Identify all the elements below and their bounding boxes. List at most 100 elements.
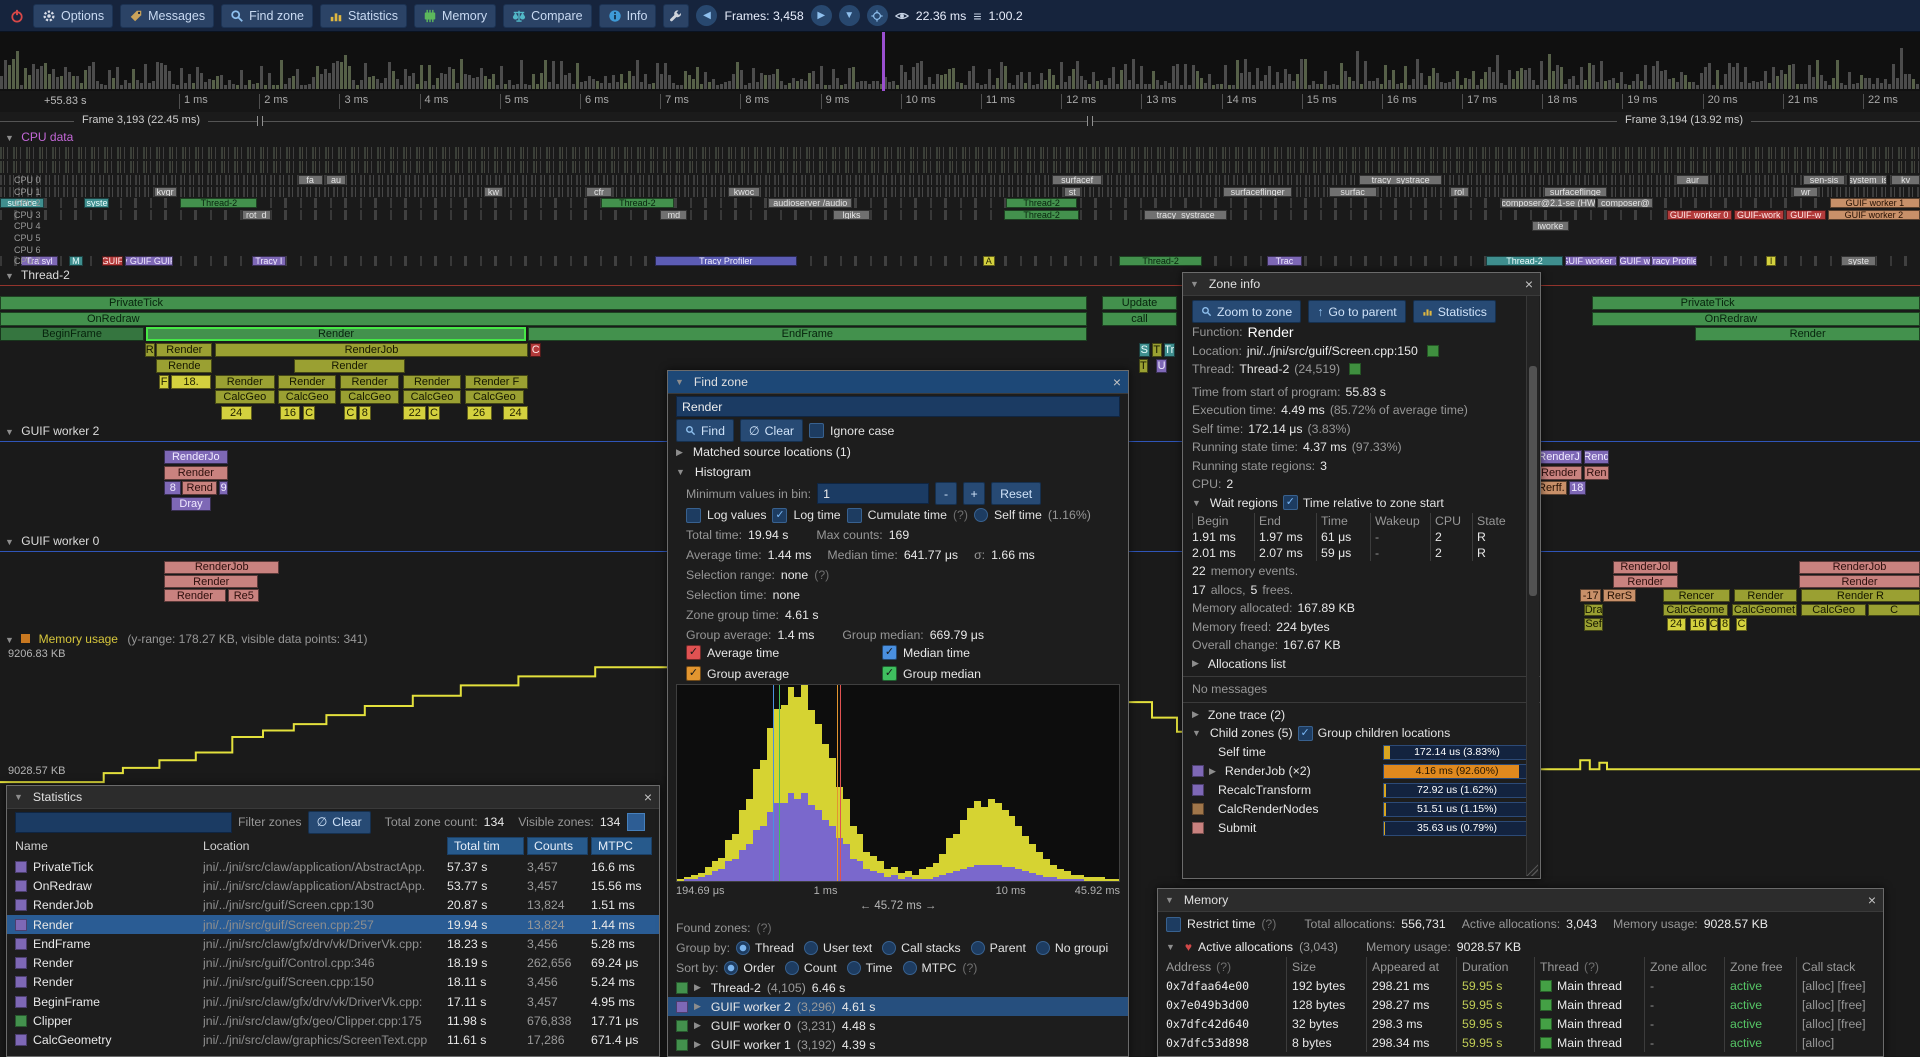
expand-icon[interactable]: ▶: [676, 447, 683, 458]
timeline-zone[interactable]: 26: [467, 406, 492, 420]
col-duration[interactable]: Duration: [1456, 957, 1534, 976]
timeline-zone[interactable]: BeginFrame: [0, 327, 144, 341]
group-by-option[interactable]: Thread: [736, 941, 794, 955]
wait-regions-section[interactable]: Wait regions: [1210, 496, 1278, 510]
timeline-zone[interactable]: T: [1152, 343, 1162, 357]
timeline-zone[interactable]: PrivateTick: [1592, 296, 1920, 310]
sort-by-option[interactable]: Time: [847, 961, 893, 975]
timeline-zone[interactable]: Render: [164, 466, 227, 480]
timeline-zone[interactable]: Render: [164, 575, 258, 588]
thread-header-thread2[interactable]: ▼ Thread-2: [5, 268, 70, 282]
col-total-time[interactable]: Total tim: [447, 837, 524, 855]
timeline-zone[interactable]: call: [1102, 312, 1177, 326]
tools-button[interactable]: [663, 4, 689, 28]
legend-checkbox[interactable]: [882, 666, 897, 681]
timeline-zone[interactable]: Render: [1734, 589, 1797, 602]
bin-decrease-button[interactable]: -: [935, 482, 957, 505]
close-icon[interactable]: ×: [1525, 277, 1533, 291]
timeline-zone[interactable]: RenderJob: [164, 561, 279, 574]
timeline-zone[interactable]: 18.: [171, 375, 211, 389]
timeline-zone[interactable]: EndFrame: [528, 327, 1087, 341]
timeline-zone[interactable]: Ren: [1584, 466, 1609, 480]
self-time-radio[interactable]: [974, 508, 988, 522]
expand-icon[interactable]: ▶: [694, 1039, 701, 1050]
timeline-zone[interactable]: 24: [221, 406, 252, 420]
timeline-zone[interactable]: U: [1156, 359, 1168, 373]
radio-icon[interactable]: [804, 941, 818, 955]
collapse-icon[interactable]: ▼: [14, 792, 23, 802]
alloc-call-stack[interactable]: [alloc] [free]: [1796, 1014, 1883, 1033]
timeline-zone[interactable]: RerS: [1603, 589, 1636, 602]
scrollbar[interactable]: [1526, 296, 1539, 876]
memory-button[interactable]: Memory: [414, 4, 496, 28]
memory-titlebar[interactable]: ▼ Memory ×: [1158, 889, 1883, 912]
statistics-button[interactable]: Statistics: [320, 4, 407, 28]
close-icon[interactable]: ×: [644, 790, 652, 804]
cumulate-time-checkbox[interactable]: [847, 508, 862, 523]
statistics-row[interactable]: EndFrame jni/../jni/src/claw/gfx/drv/vk/…: [7, 934, 659, 953]
collapse-icon[interactable]: ▼: [676, 467, 685, 477]
timeline-zone[interactable]: Render: [403, 375, 461, 389]
frame-label-left[interactable]: Frame 3,193 (22.45 ms): [74, 114, 208, 126]
findzone-histogram-bars[interactable]: [676, 684, 1120, 882]
min-bin-input[interactable]: [817, 483, 929, 504]
zone-info-titlebar[interactable]: ▼ Zone info ×: [1183, 273, 1540, 296]
bin-increase-button[interactable]: +: [963, 482, 985, 505]
legend-item[interactable]: Group average: [686, 666, 876, 681]
timeline-zone[interactable]: 24: [503, 406, 528, 420]
timeline-zone[interactable]: OnRedraw: [1592, 312, 1920, 326]
frames-row[interactable]: Frame 3,193 (22.45 ms) Frame 3,194 (13.9…: [0, 112, 1920, 130]
alloc-call-stack[interactable]: [alloc] [free]: [1796, 976, 1883, 995]
find-zone-button[interactable]: Find zone: [221, 4, 313, 28]
alloc-address[interactable]: 0x7dfc42d640: [1166, 1014, 1286, 1033]
timeline-zone[interactable]: CalcGeo: [340, 390, 400, 404]
messages-button[interactable]: Messages: [120, 4, 214, 28]
frame-minimap[interactable]: [0, 32, 1920, 92]
timeline-zone[interactable]: 22: [403, 406, 426, 420]
group-by-option[interactable]: Call stacks: [882, 941, 960, 955]
radio-icon[interactable]: [847, 961, 861, 975]
statistics-row[interactable]: PrivateTick jni/../jni/src/claw/applicat…: [7, 857, 659, 876]
crosshair-button[interactable]: [867, 5, 888, 26]
group-by-option[interactable]: No groupi: [1036, 941, 1108, 955]
timeline-zone[interactable]: Render: [1799, 575, 1920, 588]
timeline-zone[interactable]: Rend: [1584, 450, 1609, 464]
thread-header-guif-worker0[interactable]: ▼ GUIF worker 0: [5, 534, 99, 548]
alloc-address[interactable]: 0x7dfaa64e00: [1166, 976, 1286, 995]
timeline-zone[interactable]: Render: [340, 375, 400, 389]
timeline-zone[interactable]: -17: [1580, 589, 1601, 602]
collapse-icon[interactable]: ▼: [1192, 728, 1201, 738]
timeline-zone[interactable]: 24: [1667, 618, 1686, 631]
log-time-checkbox[interactable]: [772, 508, 787, 523]
wait-col-header[interactable]: Wakeup: [1370, 513, 1430, 529]
zoom-to-zone-button[interactable]: Zoom to zone: [1192, 300, 1301, 323]
timeline-zone[interactable]: Update: [1102, 296, 1177, 310]
resize-grip[interactable]: [1526, 864, 1538, 876]
timeline-zone[interactable]: CalcGeo: [1801, 604, 1866, 617]
allocations-list-section[interactable]: Allocations list: [1208, 657, 1286, 671]
child-zone-row[interactable]: Self time 172.14 us (3.83%): [1183, 743, 1540, 762]
child-zone-row[interactable]: Submit 35.63 us (0.79%): [1183, 819, 1540, 838]
timeline-zone[interactable]: Render: [1536, 466, 1582, 480]
histogram-section[interactable]: Histogram: [695, 465, 751, 479]
timeline-zone[interactable]: OnRedraw: [0, 312, 1087, 326]
timeline-zone[interactable]: Render: [278, 375, 336, 389]
go-to-parent-button[interactable]: ↑Go to parent: [1308, 300, 1406, 323]
wait-col-header[interactable]: CPU: [1430, 513, 1472, 529]
wait-col-header[interactable]: Begin: [1192, 513, 1254, 529]
log-values-checkbox[interactable]: [686, 508, 701, 523]
timeline-zone[interactable]: Rende: [156, 359, 212, 373]
timeline-zone[interactable]: Render: [294, 359, 405, 373]
time-ruler[interactable]: +55.83 s 1 ms2 ms3 ms4 ms5 ms6 ms7 ms8 m…: [0, 91, 1920, 113]
timeline-zone[interactable]: RenderJob: [1799, 561, 1920, 574]
statistics-titlebar[interactable]: ▼ Statistics ×: [7, 786, 659, 809]
timeline-zone[interactable]: Render: [156, 343, 212, 357]
timeline-zone[interactable]: Sef: [1584, 618, 1603, 631]
alloc-address[interactable]: 0x7e049b3d00: [1166, 995, 1286, 1014]
timeline-zone[interactable]: Dra: [1584, 604, 1603, 617]
alloc-address[interactable]: 0x7dfc53d898: [1166, 1033, 1286, 1052]
legend-item[interactable]: Average time: [686, 645, 876, 660]
limit-range-toggle[interactable]: [627, 813, 645, 831]
statistics-row[interactable]: Render jni/../jni/src/guif/Screen.cpp:25…: [7, 915, 659, 934]
timeline-zone[interactable]: PrivateTick: [0, 296, 1087, 310]
